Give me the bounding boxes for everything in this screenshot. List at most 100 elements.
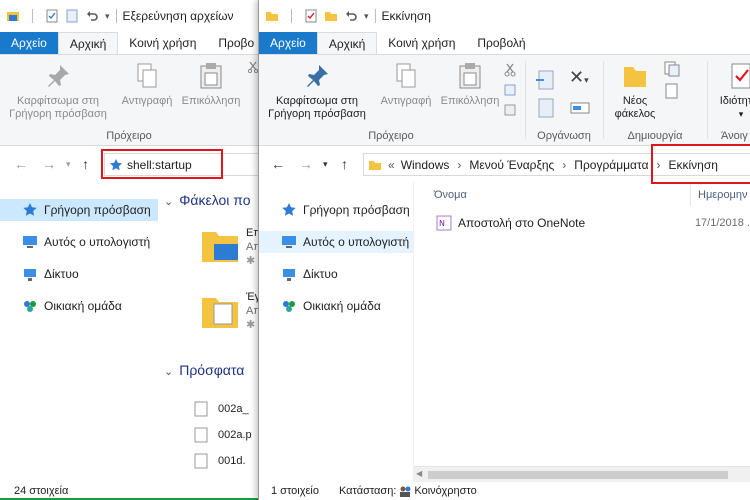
nav-item-this-pc[interactable]: Αυτός ο υπολογιστή xyxy=(259,231,413,253)
documents-folder-icon xyxy=(202,298,238,328)
file-icon xyxy=(194,401,208,417)
folder-icon xyxy=(369,160,381,170)
properties-button[interactable]: Ιδιότητες ▾ xyxy=(711,61,750,121)
rename-button[interactable] xyxy=(569,97,591,122)
nav-item-label: Γρήγορη πρόσβαση xyxy=(303,203,410,217)
new-item-icon[interactable] xyxy=(663,61,683,77)
forward-button[interactable]: → xyxy=(42,156,56,172)
scrollbar-thumb[interactable] xyxy=(428,471,728,479)
new-folder-label-line2: φάκελος xyxy=(614,108,656,120)
nav-item-label: Οικιακή ομάδα xyxy=(303,299,381,313)
window-title: Εξερεύνηση αρχείων xyxy=(122,9,234,23)
undo-icon[interactable] xyxy=(85,9,99,23)
network-icon xyxy=(24,269,36,281)
table-row[interactable]: N Αποστολή στο OneNote 17/1/2018 . xyxy=(424,212,750,234)
navigation-bar: ← → ▾ ↑ « Windows › Μενού Έναρξης › Προγ… xyxy=(259,144,750,184)
tab-share[interactable]: Κοινή χρήση xyxy=(377,32,466,54)
copy-button[interactable]: Αντιγραφή xyxy=(114,61,180,108)
frequent-folders-header[interactable]: ⌄ Φάκελοι πο xyxy=(164,192,251,208)
copy-label: Αντιγραφή xyxy=(380,95,432,107)
paste-shortcut-icon[interactable] xyxy=(503,103,517,117)
nav-item-network[interactable]: Δίκτυο xyxy=(0,263,158,285)
nav-item-quick-access[interactable]: Γρήγορη πρόσβαση xyxy=(0,199,158,221)
list-item[interactable]: 001d. xyxy=(194,448,252,474)
forward-button[interactable]: → xyxy=(299,156,313,172)
tab-home[interactable]: Αρχική xyxy=(57,32,119,54)
item-count: 1 στοιχείο xyxy=(271,485,319,497)
properties-label: Ιδιότητες xyxy=(719,95,750,107)
copy-path-icon[interactable] xyxy=(503,83,517,97)
qat-dropdown-icon[interactable]: ▾ xyxy=(105,11,110,22)
cut-button[interactable] xyxy=(246,61,258,77)
folder-tile[interactable] xyxy=(200,292,240,335)
recent-locations-button[interactable]: ▾ xyxy=(66,159,71,170)
chevron-right-icon[interactable]: › xyxy=(457,158,461,172)
easy-access-icon[interactable] xyxy=(663,83,683,99)
breadcrumb-overflow[interactable]: « xyxy=(388,158,395,172)
column-header-date[interactable]: Ημερομην xyxy=(698,189,748,201)
nav-item-label: Γρήγορη πρόσβαση xyxy=(44,203,151,217)
copy-button[interactable]: Αντιγραφή xyxy=(373,61,439,108)
new-folder-button[interactable]: Νέος φάκελος xyxy=(609,61,661,121)
group-new-label: Δημιουργία xyxy=(627,130,683,142)
svg-text:N: N xyxy=(439,219,445,228)
delete-button[interactable]: ✕▾ xyxy=(569,67,589,88)
up-button[interactable]: ↑ xyxy=(341,156,348,172)
nav-item-homegroup[interactable]: Οικιακή ομάδα xyxy=(259,295,413,317)
new-folder-icon xyxy=(624,67,646,87)
status-bar: 1 στοιχείο Κατάσταση: Κοινόχρηστο xyxy=(259,482,750,500)
tab-file[interactable]: Αρχείο xyxy=(0,32,58,54)
breadcrumb-item[interactable]: Windows xyxy=(401,158,450,172)
scroll-left-icon[interactable]: ◀ xyxy=(416,469,422,478)
tab-view[interactable]: Προβολή xyxy=(466,32,536,54)
list-item[interactable]: 002a.p xyxy=(194,422,252,448)
folder-tile[interactable] xyxy=(200,226,240,269)
onenote-icon: N xyxy=(436,215,452,231)
back-button[interactable]: ← xyxy=(271,156,285,172)
properties-icon[interactable] xyxy=(45,9,59,23)
move-to-icon xyxy=(536,70,554,90)
group-organize-label: Οργάνωση xyxy=(537,130,591,142)
recent-locations-button[interactable]: ▾ xyxy=(323,159,328,170)
paste-button[interactable]: Επικόλληση xyxy=(439,61,501,108)
homegroup-icon xyxy=(283,301,295,312)
qat-dropdown-icon[interactable]: ▾ xyxy=(364,11,369,22)
tab-view[interactable]: Προβο xyxy=(207,32,258,54)
tab-share[interactable]: Κοινή χρήση xyxy=(118,32,207,54)
cut-icon[interactable] xyxy=(503,63,517,77)
highlight-box xyxy=(101,149,223,179)
list-item[interactable]: 002a_ xyxy=(194,396,252,422)
nav-item-network[interactable]: Δίκτυο xyxy=(259,263,413,285)
properties-icon[interactable] xyxy=(304,9,318,23)
pin-quick-access-button[interactable]: Καρφίτσωμα στη Γρήγορη πρόσβαση xyxy=(265,61,369,121)
nav-item-quick-access[interactable]: Γρήγορη πρόσβαση xyxy=(259,199,413,221)
new-folder-icon[interactable] xyxy=(324,9,338,23)
chevron-right-icon[interactable]: › xyxy=(562,158,566,172)
pin-label-line1: Καρφίτσωμα στη xyxy=(17,95,99,107)
paste-icon xyxy=(459,63,481,89)
column-header-name[interactable]: Όνομα xyxy=(434,189,467,201)
copy-to-button[interactable] xyxy=(535,97,557,122)
back-button[interactable]: ← xyxy=(14,156,28,172)
tab-home[interactable]: Αρχική xyxy=(316,32,378,54)
pin-quick-access-button[interactable]: Καρφίτσωμα στη Γρήγορη πρόσβαση xyxy=(6,61,110,121)
star-icon xyxy=(23,203,37,216)
undo-icon[interactable] xyxy=(344,9,358,23)
new-folder-icon[interactable] xyxy=(65,9,79,23)
tab-file[interactable]: Αρχείο xyxy=(259,32,317,54)
recent-files-header[interactable]: ⌄ Πρόσφατα xyxy=(164,362,244,378)
move-to-button[interactable] xyxy=(535,69,557,94)
quick-access-toolbar: ▾ xyxy=(265,9,369,23)
breadcrumb-item[interactable]: Προγράμματα xyxy=(574,158,648,172)
pin-label-line2: Γρήγορη πρόσβαση xyxy=(9,108,107,120)
properties-checklist-icon xyxy=(731,63,750,89)
pin-label-line1: Καρφίτσωμα στη xyxy=(276,95,358,107)
paste-button[interactable]: Επικόλληση xyxy=(180,61,242,108)
horizontal-scrollbar[interactable]: ◀ xyxy=(414,466,750,482)
up-button[interactable]: ↑ xyxy=(82,156,89,172)
nav-item-label: Αυτός ο υπολογιστή xyxy=(44,235,151,249)
breadcrumb-item[interactable]: Μενού Έναρξης xyxy=(469,158,554,172)
nav-item-this-pc[interactable]: Αυτός ο υπολογιστή xyxy=(0,231,158,253)
folder-icon xyxy=(202,232,238,262)
nav-item-homegroup[interactable]: Οικιακή ομάδα xyxy=(0,295,158,317)
